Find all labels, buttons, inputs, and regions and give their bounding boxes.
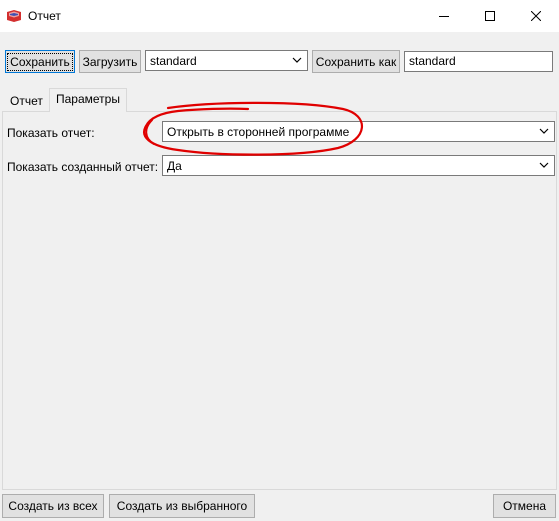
save-as-name-value: standard: [409, 54, 456, 68]
save-as-button-label: Сохранить как: [315, 54, 397, 69]
app-icon: [7, 10, 21, 22]
create-from-selected-button[interactable]: Создать из выбранного: [109, 494, 255, 518]
maximize-button[interactable]: [467, 0, 513, 32]
cancel-button-label: Отмена: [502, 499, 547, 513]
create-from-all-button[interactable]: Создать из всех: [2, 494, 104, 518]
close-button[interactable]: [513, 0, 559, 32]
create-from-all-label: Создать из всех: [8, 499, 98, 513]
show-created-report-value: Да: [167, 159, 182, 173]
maximize-icon: [485, 11, 495, 21]
tab-report[interactable]: Отчет: [5, 92, 49, 111]
window-title: Отчет: [28, 9, 61, 23]
cancel-button[interactable]: Отмена: [493, 494, 556, 518]
minimize-icon: [439, 16, 449, 17]
minimize-button[interactable]: [421, 0, 467, 32]
chevron-down-icon: [292, 57, 302, 63]
show-created-report-label: Показать созданный отчет:: [7, 160, 159, 174]
title-bar: Отчет: [0, 0, 559, 32]
profile-select-value: standard: [150, 54, 197, 68]
load-button-label: Загрузить: [82, 54, 138, 69]
show-created-report-select[interactable]: Да: [162, 155, 555, 176]
tab-parameters[interactable]: Параметры: [49, 88, 127, 112]
load-button[interactable]: Загрузить: [79, 50, 141, 73]
tab-parameters-label: Параметры: [56, 92, 120, 106]
chevron-down-icon: [539, 162, 549, 168]
save-as-button[interactable]: Сохранить как: [312, 50, 400, 73]
report-window: Отчет Сохранить Загрузить standard Сохра…: [0, 0, 559, 521]
chevron-down-icon: [539, 128, 549, 134]
show-report-value: Открыть в сторонней программе: [167, 125, 350, 139]
show-report-select[interactable]: Открыть в сторонней программе: [162, 121, 555, 142]
save-as-name-input[interactable]: standard: [404, 51, 553, 72]
create-from-selected-label: Создать из выбранного: [116, 499, 248, 513]
profile-select[interactable]: standard: [145, 50, 308, 71]
tab-report-label: Отчет: [10, 94, 43, 108]
close-icon: [531, 11, 541, 21]
save-button[interactable]: Сохранить: [5, 50, 75, 73]
show-report-label: Показать отчет:: [7, 126, 95, 140]
save-button-label: Сохранить: [7, 52, 73, 71]
